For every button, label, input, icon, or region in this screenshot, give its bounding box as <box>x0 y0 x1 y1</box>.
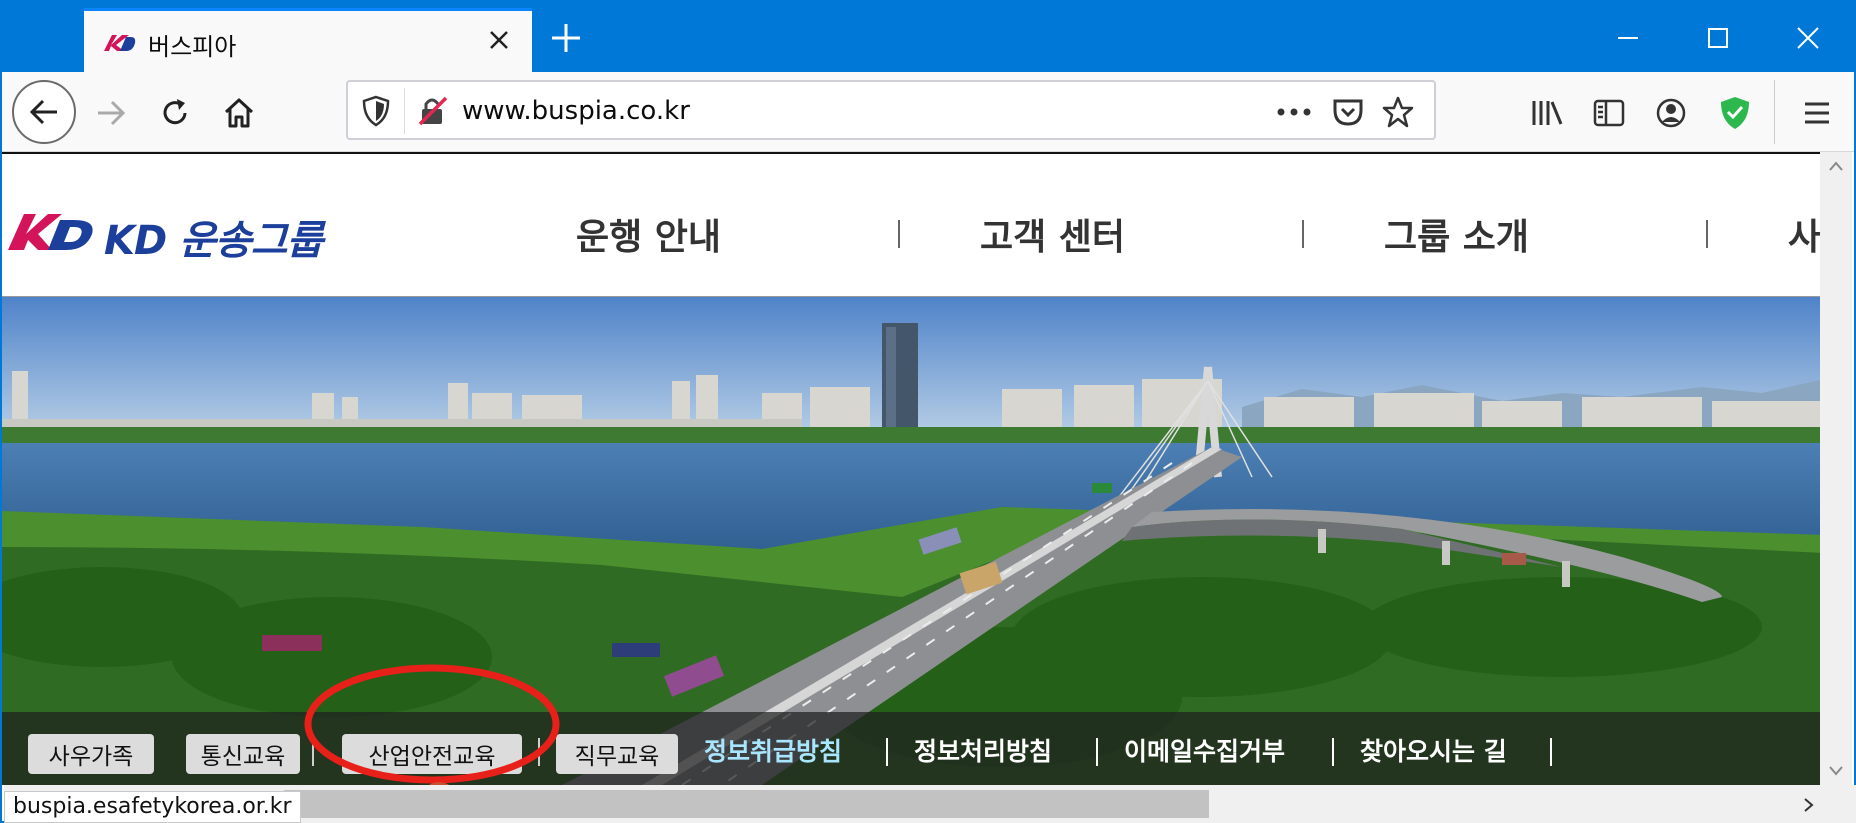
library-icon <box>1532 101 1563 125</box>
web-page: KD 운송그룹 운행 안내 고객 센터 그룹 소개 사 사우가족 통신교육 산업… <box>2 152 1824 785</box>
insecure-lock-icon[interactable] <box>416 94 450 128</box>
site-header: KD 운송그룹 운행 안내 고객 센터 그룹 소개 사 <box>2 152 1824 297</box>
menu-divider <box>898 220 900 248</box>
browser-window: 버스피아 www.buspia.co.kr KD 운송그룹 운행 안내 고객 센… <box>0 0 1856 823</box>
footer-link-directions[interactable]: 찾아오시는 길 <box>1360 732 1507 768</box>
library-button[interactable] <box>1516 82 1578 144</box>
sidebar-icon <box>1593 99 1625 127</box>
annotation-highlight-ellipse <box>304 664 560 784</box>
tab-title: 버스피아 <box>148 33 237 61</box>
forward-button[interactable] <box>80 82 142 144</box>
bookmark-star-button[interactable] <box>1378 92 1418 132</box>
hero-image: 사우가족 통신교육 산업안전교육 직무교육 정보취급방침 정보처리방침 이메일수… <box>2 297 1824 785</box>
menu-item-group-intro[interactable]: 그룹 소개 <box>1384 208 1529 260</box>
site-logo[interactable]: KD 운송그룹 <box>6 208 366 264</box>
sidebar-button[interactable] <box>1578 82 1640 144</box>
extension-shield-button[interactable] <box>1704 82 1766 144</box>
scroll-down-arrow-icon[interactable] <box>1828 765 1844 777</box>
menu-item-service-info[interactable]: 운행 안내 <box>576 208 721 260</box>
menu-divider <box>1302 220 1304 248</box>
home-button[interactable] <box>208 82 270 144</box>
footer-divider <box>1550 738 1552 766</box>
footer-link-bar: 사우가족 통신교육 산업안전교육 직무교육 정보취급방침 정보처리방침 이메일수… <box>2 712 1824 785</box>
menu-divider <box>1706 220 1708 248</box>
menu-item-truncated[interactable]: 사 <box>1788 208 1821 260</box>
menu-item-customer-center[interactable]: 고객 센터 <box>980 208 1125 260</box>
green-shield-icon <box>1721 97 1749 129</box>
minimize-icon[interactable] <box>1606 16 1650 60</box>
back-button[interactable] <box>12 80 76 144</box>
tracking-protection-shield-icon[interactable] <box>360 94 392 128</box>
pocket-button[interactable] <box>1328 92 1368 132</box>
new-tab-icon[interactable] <box>546 18 586 58</box>
scroll-right-arrow-icon[interactable] <box>1802 797 1814 813</box>
footer-link-email-refusal[interactable]: 이메일수집거부 <box>1124 732 1285 768</box>
navigation-toolbar: www.buspia.co.kr <box>2 72 1854 152</box>
title-bar: 버스피아 <box>2 2 1854 72</box>
account-button[interactable] <box>1640 82 1702 144</box>
horizontal-scroll-thumb[interactable] <box>284 790 1209 818</box>
url-text: www.buspia.co.kr <box>462 96 690 126</box>
status-url-tooltip: buspia.esafetykorea.or.kr <box>4 791 301 823</box>
logo-text: KD 운송그룹 <box>104 218 323 264</box>
maximize-icon[interactable] <box>1696 16 1740 60</box>
pocket-icon <box>1333 99 1363 126</box>
browser-tab[interactable]: 버스피아 <box>84 8 532 72</box>
kd-favicon-icon <box>104 35 136 51</box>
close-tab-icon[interactable] <box>484 25 514 55</box>
footer-pill-job-training[interactable]: 직무교육 <box>556 734 678 774</box>
back-arrow-icon <box>29 99 57 125</box>
star-icon <box>1382 96 1414 128</box>
page-actions-button[interactable] <box>1274 92 1314 132</box>
footer-pill-employee-family[interactable]: 사우가족 <box>28 734 154 774</box>
address-bar[interactable]: www.buspia.co.kr <box>346 80 1436 140</box>
footer-link-privacy-handling[interactable]: 정보취급방침 <box>704 732 842 768</box>
reload-icon <box>163 99 187 125</box>
reload-button[interactable] <box>144 82 206 144</box>
footer-divider <box>1096 738 1098 766</box>
more-dots-icon <box>1277 108 1311 116</box>
footer-pill-online-training[interactable]: 통신교육 <box>186 734 300 774</box>
vertical-scrollbar[interactable] <box>1820 152 1852 785</box>
account-icon <box>1656 98 1686 128</box>
footer-divider <box>886 738 888 766</box>
scroll-up-arrow-icon[interactable] <box>1828 160 1844 172</box>
home-icon <box>224 98 254 128</box>
forward-arrow-icon <box>98 100 126 126</box>
footer-link-privacy-processing[interactable]: 정보처리방침 <box>914 732 1052 768</box>
footer-divider <box>1332 738 1334 766</box>
close-window-icon[interactable] <box>1786 16 1830 60</box>
menu-button[interactable] <box>1786 82 1848 144</box>
kd-logo-mark-icon <box>8 214 93 250</box>
hamburger-menu-icon <box>1805 102 1829 124</box>
